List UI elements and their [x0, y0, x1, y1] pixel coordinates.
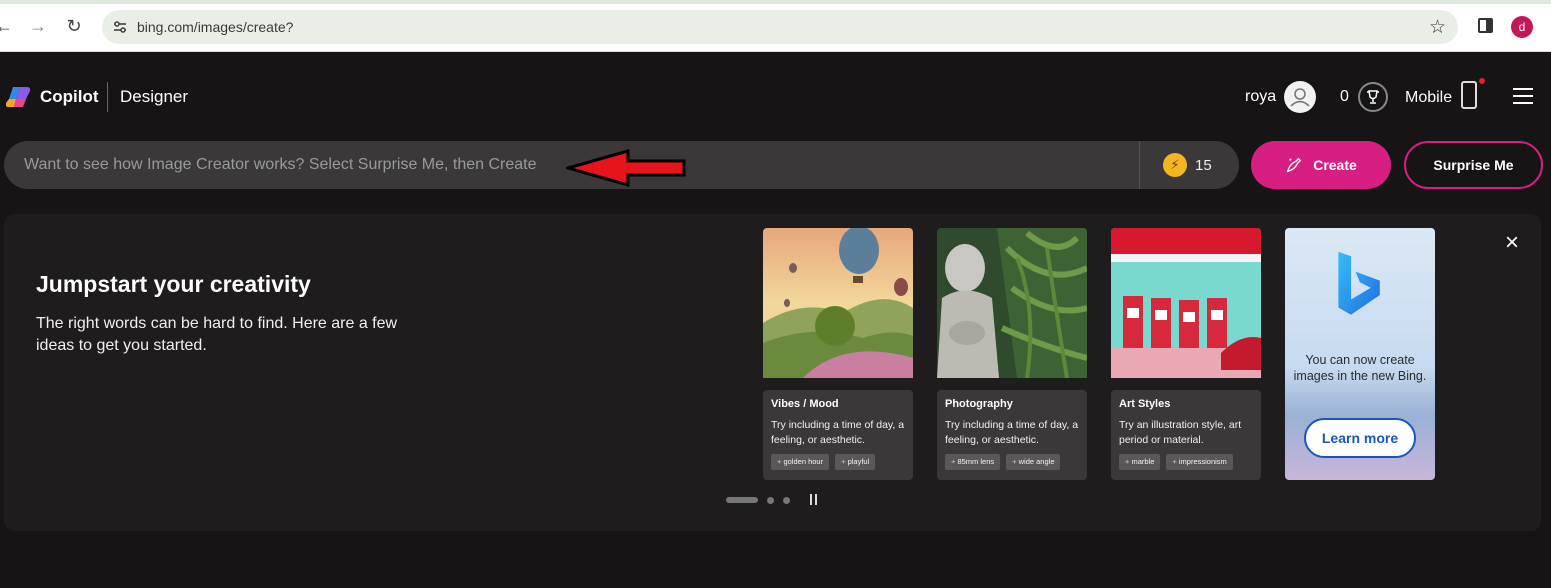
- forward-icon[interactable]: →: [26, 14, 50, 38]
- panel-description: The right words can be hard to find. Her…: [36, 315, 398, 354]
- site-settings-icon[interactable]: [112, 19, 128, 35]
- prompt-divider: [1139, 141, 1140, 189]
- card-body: Vibes / Mood Try including a time of day…: [763, 390, 913, 480]
- idea-card-vibes[interactable]: Vibes / Mood Try including a time of day…: [763, 228, 913, 480]
- chip-marble[interactable]: marble: [1119, 454, 1161, 470]
- mobile-label[interactable]: Mobile: [1405, 89, 1452, 107]
- section-name[interactable]: Designer: [120, 87, 188, 107]
- menu-icon[interactable]: [1513, 88, 1533, 104]
- card-body: Art Styles Try an illustration style, ar…: [1111, 390, 1261, 480]
- jumpstart-panel: Jumpstart your creativity The right word…: [4, 214, 1541, 531]
- card-image[interactable]: [1111, 228, 1261, 378]
- tab-strip-edge: [0, 0, 1551, 4]
- notification-dot: [1479, 78, 1485, 84]
- carousel-dot[interactable]: [767, 496, 774, 504]
- side-panel-icon[interactable]: [1478, 18, 1493, 33]
- chip-playful[interactable]: playful: [835, 454, 876, 470]
- back-icon[interactable]: ←: [0, 14, 16, 38]
- surprise-me-button[interactable]: Surprise Me: [1404, 141, 1543, 189]
- card-text: Try including a time of day, a feeling, …: [945, 419, 1079, 446]
- card-text: Try including a time of day, a feeling, …: [771, 419, 905, 446]
- carousel-indicator: [726, 496, 790, 504]
- card-text: Try an illustration style, art period or…: [1119, 419, 1242, 446]
- card-title: Vibes / Mood: [771, 398, 839, 410]
- panel-title: Jumpstart your creativity: [36, 271, 311, 297]
- carousel-dot[interactable]: [783, 496, 790, 504]
- profile-avatar[interactable]: d: [1511, 16, 1533, 38]
- reload-icon[interactable]: ↻: [62, 14, 86, 38]
- create-label: Create: [1313, 157, 1357, 173]
- card-title: Photography: [945, 398, 1013, 410]
- copilot-logo[interactable]: [6, 86, 32, 108]
- card-body: Photography Try including a time of day,…: [937, 390, 1087, 480]
- brand-divider: [107, 82, 108, 112]
- chip-golden-hour[interactable]: golden hour: [771, 454, 830, 470]
- close-icon[interactable]: ×: [1502, 231, 1522, 255]
- card-image[interactable]: [763, 228, 913, 378]
- boost-icon[interactable]: ⚡: [1163, 153, 1187, 177]
- rewards-points[interactable]: 0: [1340, 88, 1349, 106]
- card-title: Art Styles: [1119, 398, 1171, 410]
- create-icon: [1286, 157, 1302, 173]
- create-button[interactable]: Create: [1251, 141, 1391, 189]
- brand-name[interactable]: Copilot: [40, 87, 99, 107]
- card-image[interactable]: [937, 228, 1087, 378]
- pause-icon[interactable]: [810, 494, 820, 505]
- red-arrow-annotation: [566, 149, 686, 187]
- bing-logo: [1338, 251, 1380, 315]
- username[interactable]: roya: [1245, 88, 1276, 106]
- address-bar[interactable]: bing.com/images/create? ☆: [102, 10, 1458, 44]
- star-icon[interactable]: ☆: [1429, 16, 1446, 39]
- avatar-icon[interactable]: [1284, 81, 1316, 113]
- phone-icon[interactable]: [1461, 81, 1477, 109]
- idea-card-photography[interactable]: Photography Try including a time of day,…: [937, 228, 1087, 480]
- learn-more-button[interactable]: Learn more: [1304, 418, 1416, 458]
- browser-toolbar: ← → ↻ bing.com/images/create? ☆ d: [0, 0, 1551, 52]
- chip-impressionism[interactable]: impressionism: [1166, 454, 1233, 470]
- url-text[interactable]: bing.com/images/create?: [137, 19, 293, 35]
- carousel-dot-active[interactable]: [726, 497, 758, 503]
- boost-count: 15: [1195, 157, 1212, 174]
- chip-85mm-lens[interactable]: 85mm lens: [945, 454, 1001, 470]
- bing-promo-card: You can now create images in the new Bin…: [1285, 228, 1435, 480]
- trophy-icon[interactable]: [1358, 82, 1388, 112]
- idea-card-art-styles[interactable]: Art Styles Try an illustration style, ar…: [1111, 228, 1261, 480]
- promo-text: You can now create images in the new Bin…: [1293, 353, 1427, 383]
- chip-wide-angle[interactable]: wide angle: [1006, 454, 1061, 470]
- site-header: Copilot Designer roya 0 Mobile: [0, 52, 1551, 140]
